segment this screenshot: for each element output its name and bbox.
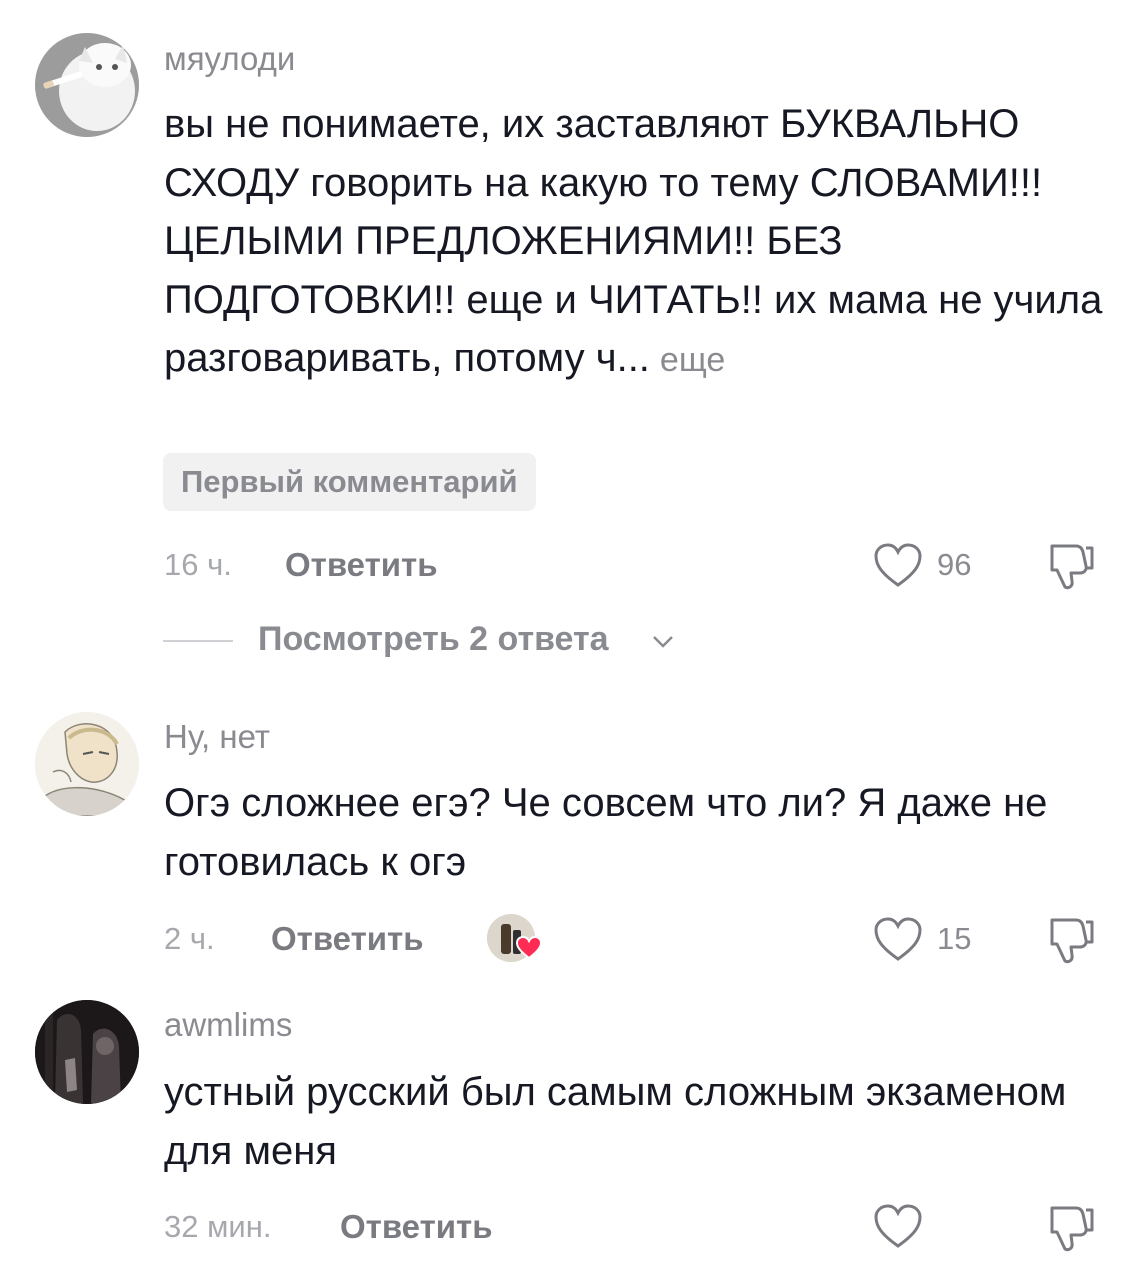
comment-timestamp: 2 ч. — [164, 921, 215, 956]
avatar[interactable] — [35, 33, 139, 137]
reply-button[interactable]: Ответить — [340, 1208, 493, 1246]
comment-timestamp: 32 мин. — [164, 1209, 272, 1244]
comment-username[interactable]: мяулоди — [164, 40, 295, 78]
heart-filled-icon — [516, 936, 542, 960]
thumbs-down-icon[interactable] — [1046, 540, 1098, 592]
thumbs-down-icon[interactable] — [1046, 1202, 1098, 1254]
thumbs-down-icon[interactable] — [1046, 914, 1098, 966]
reply-button[interactable]: Ответить — [285, 546, 438, 584]
like-count: 96 — [937, 547, 972, 582]
comment-text: вы не понимаете, их заставляют БУКВАЛЬНО… — [164, 95, 1104, 390]
see-more-link[interactable]: еще — [660, 341, 725, 379]
heart-outline-icon[interactable] — [873, 917, 923, 963]
comment-timestamp: 16 ч. — [164, 547, 232, 582]
avatar-dark-image — [35, 1000, 139, 1104]
heart-outline-icon[interactable] — [873, 543, 923, 589]
comment-username[interactable]: awmlims — [164, 1006, 292, 1044]
replies-divider — [163, 640, 233, 642]
first-comment-badge: Первый комментарий — [163, 453, 536, 511]
like-count: 15 — [937, 921, 972, 956]
comment-username[interactable]: Ну, нет — [164, 718, 270, 756]
avatar[interactable] — [35, 1000, 139, 1104]
comment-body: вы не понимаете, их заставляют БУКВАЛЬНО… — [164, 102, 1103, 380]
comment-item: мяулоди вы не понимаете, их заставляют Б… — [0, 0, 1143, 680]
heart-outline-icon[interactable] — [873, 1204, 923, 1250]
avatar[interactable] — [35, 712, 139, 816]
comment-body: Огэ сложнее егэ? Че совсем что ли? Я даж… — [164, 781, 1048, 884]
reply-button[interactable]: Ответить — [271, 920, 424, 958]
avatar-drawing-image — [35, 712, 139, 816]
comment-text: устный русский был самым сложным экзамен… — [164, 1063, 1104, 1180]
chevron-down-icon[interactable] — [650, 628, 676, 654]
comment-text: Огэ сложнее егэ? Че совсем что ли? Я даж… — [164, 774, 1104, 891]
comment-body: устный русский был самым сложным экзамен… — [164, 1070, 1067, 1173]
avatar-cat-image — [35, 33, 139, 137]
view-replies-button[interactable]: Посмотреть 2 ответа — [258, 620, 609, 659]
